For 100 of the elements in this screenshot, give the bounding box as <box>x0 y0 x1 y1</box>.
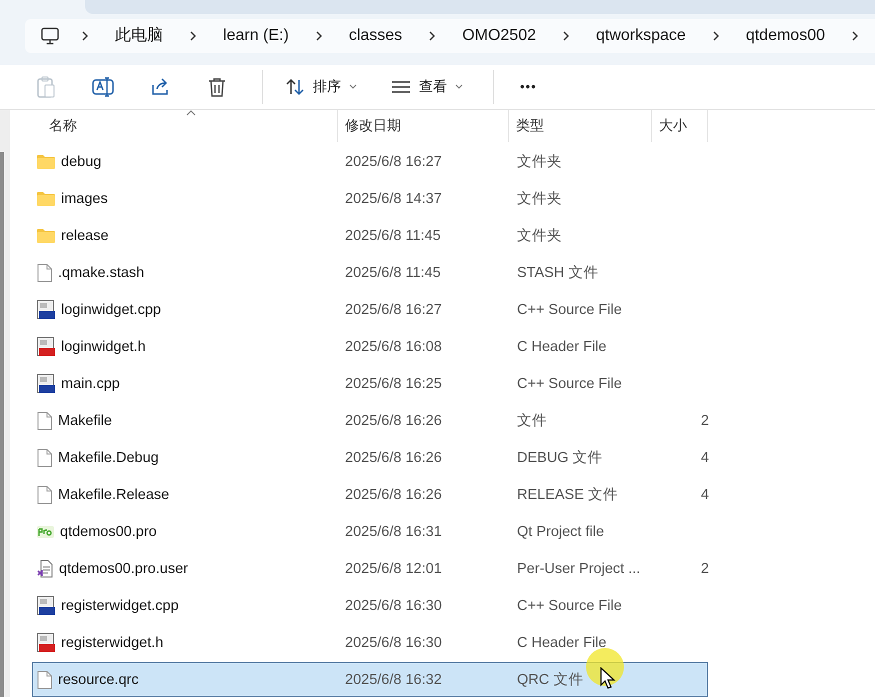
computer-icon <box>41 26 60 45</box>
file-row[interactable]: registerwidget.h 2025/6/8 16:30 C Header File <box>32 625 708 660</box>
file-row[interactable]: loginwidget.h 2025/6/8 16:08 C Header File <box>32 329 708 364</box>
modified-date: 2025/6/8 16:31 <box>345 524 442 540</box>
file-row[interactable]: resource.qrc 2025/6/8 16:32 QRC 文件 <box>32 662 708 697</box>
file-row[interactable]: release 2025/6/8 11:45 文件夹 <box>32 218 708 253</box>
file-row[interactable]: loginwidget.cpp 2025/6/8 16:27 C++ Source File <box>32 292 708 327</box>
file-row[interactable]: .qmake.stash 2025/6/8 11:45 STASH 文件 <box>32 255 708 290</box>
file-type: 文件夹 <box>517 228 562 244</box>
file-row[interactable]: Makefile 2025/6/8 16:26 文件 2 <box>32 403 708 438</box>
modified-date: 2025/6/8 16:27 <box>345 154 442 170</box>
file-name: Makefile <box>58 412 112 428</box>
file-type: RELEASE 文件 <box>517 487 618 503</box>
file-type: C++ Source File <box>517 376 622 392</box>
file-name: main.cpp <box>61 376 120 392</box>
file-size: 2 <box>700 560 709 576</box>
lines-icon <box>391 80 411 94</box>
column-header[interactable]: 名称 <box>32 110 338 142</box>
file-type: 文件夹 <box>517 154 562 170</box>
file-icon <box>37 486 52 504</box>
file-name: Makefile.Debug <box>58 450 159 466</box>
modified-date: 2025/6/8 16:26 <box>345 486 442 502</box>
file-type: DEBUG 文件 <box>517 450 603 466</box>
breadcrumb-item[interactable]: 此电脑 <box>105 25 174 46</box>
file-row[interactable]: images 2025/6/8 14:37 文件夹 <box>32 181 708 216</box>
folder-icon <box>37 154 55 169</box>
file-name: resource.qrc <box>58 672 139 688</box>
file-row[interactable]: qtdemos00.pro.user 2025/6/8 12:01 Per-User Project ... 2 <box>32 551 708 586</box>
file-type: STASH 文件 <box>517 265 598 281</box>
sort-caret-icon <box>186 110 196 116</box>
modified-date: 2025/6/8 16:26 <box>345 450 442 466</box>
breadcrumb-item[interactable]: OMO2502 <box>452 26 546 45</box>
file-row[interactable]: main.cpp 2025/6/8 16:25 C++ Source File <box>32 366 708 401</box>
address-bar[interactable]: 此电脑 learn (E:) classes OMO2502 qtworkspace qtdemos00 <box>25 18 875 53</box>
project-user-file-icon <box>37 560 53 578</box>
modified-date: 2025/6/8 16:27 <box>345 302 442 318</box>
breadcrumb-item[interactable]: learn (E:) <box>213 26 299 45</box>
cpp-file-icon <box>37 374 55 393</box>
file-name: images <box>61 190 108 206</box>
file-name: .qmake.stash <box>58 264 144 280</box>
file-name: registerwidget.h <box>61 634 164 650</box>
cpp-file-icon <box>37 596 55 615</box>
modified-date: 2025/6/8 16:26 <box>345 412 442 428</box>
file-type: C++ Source File <box>517 302 622 318</box>
sort-button[interactable]: 排序 <box>281 74 361 100</box>
column-header[interactable]: 类型 <box>509 110 652 142</box>
file-type: C Header File <box>517 634 606 650</box>
file-name: qtdemos00.pro <box>60 524 157 540</box>
rename-button[interactable] <box>91 74 115 99</box>
file-type: Qt Project file <box>517 524 604 540</box>
file-icon <box>37 448 52 466</box>
cpp-file-icon <box>37 300 55 319</box>
view-button[interactable]: 查看 <box>387 74 467 100</box>
caret-icon <box>349 84 357 90</box>
sort-arrows-icon <box>285 78 305 96</box>
file-row[interactable]: Makefile.Debug 2025/6/8 16:26 DEBUG 文件 4 <box>32 440 708 475</box>
caret-icon <box>455 84 463 90</box>
column-header[interactable]: 修改日期 <box>338 110 509 142</box>
file-type: 文件夹 <box>517 191 562 207</box>
modified-date: 2025/6/8 11:45 <box>345 264 441 280</box>
breadcrumb-item[interactable]: qtdemos00 <box>736 26 835 45</box>
file-row[interactable]: qtdemos00.pro 2025/6/8 16:31 Qt Project file <box>32 514 708 549</box>
file-size: 4 <box>700 486 709 502</box>
folder-icon <box>37 191 55 206</box>
file-type: QRC 文件 <box>517 672 584 688</box>
file-name: registerwidget.cpp <box>61 598 179 614</box>
file-size: 2 <box>700 412 709 428</box>
modified-date: 2025/6/8 11:45 <box>345 228 441 244</box>
file-row[interactable]: debug 2025/6/8 16:27 文件夹 <box>32 144 708 179</box>
project-file-icon <box>37 526 54 538</box>
file-type: C Header File <box>517 338 606 354</box>
file-name: loginwidget.cpp <box>61 302 161 318</box>
file-row[interactable]: Makefile.Release 2025/6/8 16:26 RELEASE 文件 4 <box>32 477 708 512</box>
header-file-icon <box>37 633 55 652</box>
file-name: release <box>61 228 109 244</box>
file-icon <box>37 670 52 688</box>
more-button[interactable]: ••• <box>516 75 541 98</box>
file-icon <box>37 412 52 430</box>
header-file-icon <box>37 337 55 356</box>
pointer-cursor-icon <box>600 667 616 689</box>
file-type: 文件 <box>517 413 547 429</box>
breadcrumb-item[interactable]: classes <box>338 26 412 45</box>
file-name: Makefile.Release <box>58 486 170 502</box>
modified-date: 2025/6/8 16:08 <box>345 338 442 354</box>
breadcrumb-item[interactable]: qtworkspace <box>586 26 696 45</box>
file-name: loginwidget.h <box>61 338 146 354</box>
folder-icon <box>37 228 55 243</box>
file-size: 4 <box>700 450 709 466</box>
column-header[interactable]: 大小 <box>652 110 708 142</box>
modified-date: 2025/6/8 12:01 <box>345 560 442 576</box>
file-type: C++ Source File <box>517 598 622 614</box>
modified-date: 2025/6/8 16:25 <box>345 376 442 392</box>
modified-date: 2025/6/8 14:37 <box>345 190 442 206</box>
modified-date: 2025/6/8 16:30 <box>345 634 442 650</box>
file-name: debug <box>61 154 102 170</box>
file-row[interactable]: registerwidget.cpp 2025/6/8 16:30 C++ Source File <box>32 588 708 623</box>
file-name: qtdemos00.pro.user <box>59 560 188 576</box>
modified-date: 2025/6/8 16:32 <box>345 672 442 688</box>
file-type: Per-User Project ... <box>517 560 640 576</box>
file-icon <box>37 264 52 282</box>
